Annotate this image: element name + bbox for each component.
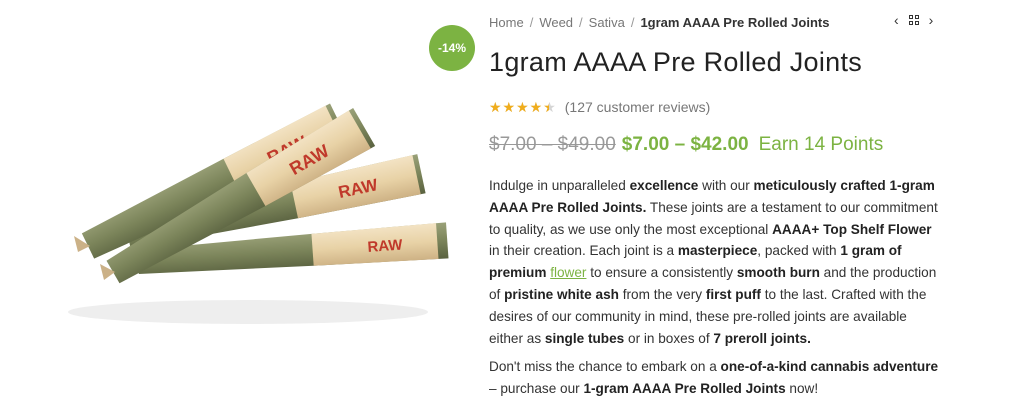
breadcrumb-home[interactable]: Home [489,15,524,30]
product-rating: ★★★★★★★★★★ (127 customer reviews) [489,99,710,115]
product-description: Indulge in unparalleled excellence with … [489,175,944,349]
description-text: now! [785,380,819,396]
product-price: $7.00 – $49.00 $7.00 – $42.00 Earn 14 Po… [489,134,883,156]
breadcrumb-weed[interactable]: Weed [539,15,573,30]
star-rating-fill: ★★★★★ [489,100,549,114]
description-bold: masterpiece [677,243,758,259]
next-product-icon[interactable]: › [929,12,934,28]
description-bold: one-of-a-kind cannabis adventure [720,359,939,374]
svg-text:RAW: RAW [367,236,404,255]
description-bold: single tubes [544,330,625,346]
description-text: , packed with [757,243,841,259]
breadcrumb: Home / Weed / Sativa / 1gram AAAA Pre Rolled J… [489,15,829,30]
description-text: Don't miss the chance to embark on a [489,359,721,374]
breadcrumb-sativa[interactable]: Sativa [589,15,625,30]
breadcrumb-separator: / [630,15,635,30]
description-text: – purchase our [489,380,584,396]
product-description-cta: Don't miss the chance to embark on a one… [489,356,944,400]
description-bold: excellence [629,178,699,193]
price-current: $7.00 – $42.00 [621,134,749,155]
description-bold: smooth burn [736,265,820,281]
product-navigation: ‹ › [894,12,933,28]
description-bold: pristine white ash [504,286,619,302]
description-bold: 1-gram AAAA Pre Rolled Joints [583,380,786,396]
description-bold: 7 preroll joints. [713,330,811,346]
grid-icon[interactable] [908,15,919,25]
description-text: to ensure a consistently [586,265,737,281]
star-rating-icon: ★★★★★★★★★★ [489,99,557,115]
description-text: or in boxes of [624,330,714,346]
product-image[interactable]: RAW RAW RAW RAW [18,0,466,408]
reviews-link[interactable]: (127 customer reviews) [565,99,711,115]
sale-badge: -14% [429,25,475,71]
description-bold: AAAA+ Top Shelf Flower [772,221,932,237]
prev-product-icon[interactable]: ‹ [894,12,899,28]
breadcrumb-current: 1gram AAAA Pre Rolled Joints [640,15,830,30]
reward-points: Earn 14 Points [758,134,884,155]
description-text: with our [698,178,754,193]
description-text: in their creation. Each joint is a [489,243,678,259]
product-gallery: RAW RAW RAW RAW -14% [18,0,475,408]
breadcrumb-separator: / [529,15,534,30]
product-title: 1gram AAAA Pre Rolled Joints [489,47,863,77]
flower-link[interactable]: flower [550,265,586,280]
description-text: from the very [618,286,706,302]
description-bold: first puff [705,286,761,302]
description-text: Indulge in unparalleled [489,178,630,193]
price-old: $7.00 – $49.00 [489,134,616,155]
breadcrumb-separator: / [579,15,583,30]
